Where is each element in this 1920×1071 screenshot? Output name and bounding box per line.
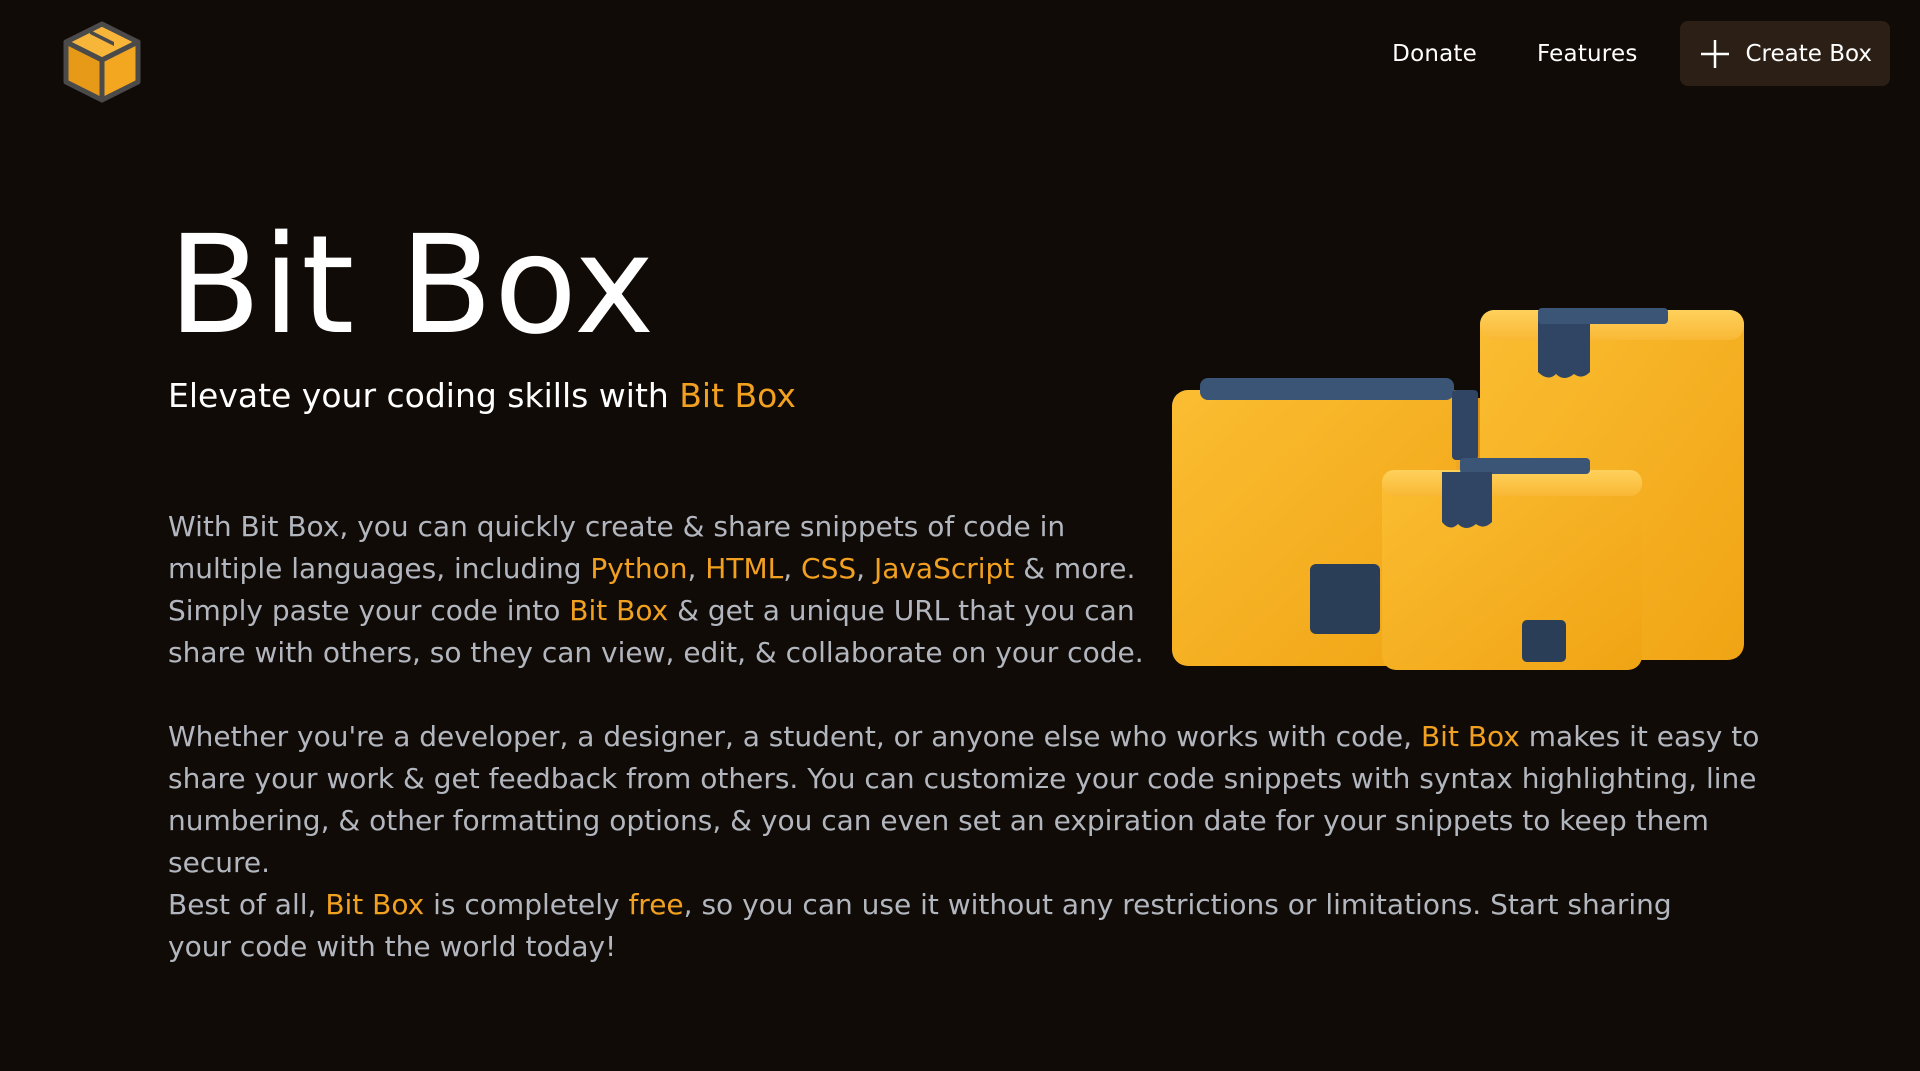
nav-features-link[interactable]: Features: [1537, 41, 1638, 67]
cardboard-boxes-illustration: [1172, 308, 1744, 670]
audience-paragraph: Whether you're a developer, a designer, …: [168, 716, 1768, 884]
page: Donate Features Create Box Bit Box Eleva…: [0, 0, 1920, 1071]
tagline-accent: Bit Box: [679, 376, 796, 415]
separator: ,: [687, 552, 706, 585]
tagline: Elevate your coding skills with Bit Box: [168, 376, 796, 415]
language-html: HTML: [705, 552, 784, 585]
create-box-label: Create Box: [1745, 40, 1873, 67]
tagline-text: Elevate your coding skills with: [168, 376, 680, 415]
plus-icon: [1700, 39, 1729, 68]
brand-accent: Bit Box: [569, 594, 669, 627]
cube-logo-icon[interactable]: [60, 20, 144, 104]
text-span: Best of all,: [168, 888, 326, 921]
brand-accent: Bit Box: [1420, 720, 1520, 753]
brand-accent: Bit Box: [325, 888, 425, 921]
top-nav: Donate Features Create Box: [1392, 21, 1890, 86]
create-box-button[interactable]: Create Box: [1679, 21, 1890, 86]
language-javascript: JavaScript: [873, 552, 1015, 585]
separator: ,: [856, 552, 874, 585]
pricing-paragraph: Best of all, Bit Box is completely free,…: [168, 884, 1728, 968]
hero-title: Bit Box: [168, 207, 656, 365]
text-span: Whether you're a developer, a designer, …: [168, 720, 1421, 753]
intro-paragraph: With Bit Box, you can quickly create & s…: [168, 506, 1158, 674]
separator: ,: [783, 552, 802, 585]
language-python: Python: [590, 552, 688, 585]
free-accent: free: [628, 888, 684, 921]
nav-donate-link[interactable]: Donate: [1392, 41, 1477, 67]
text-span: is completely: [424, 888, 629, 921]
language-css: CSS: [801, 552, 857, 585]
